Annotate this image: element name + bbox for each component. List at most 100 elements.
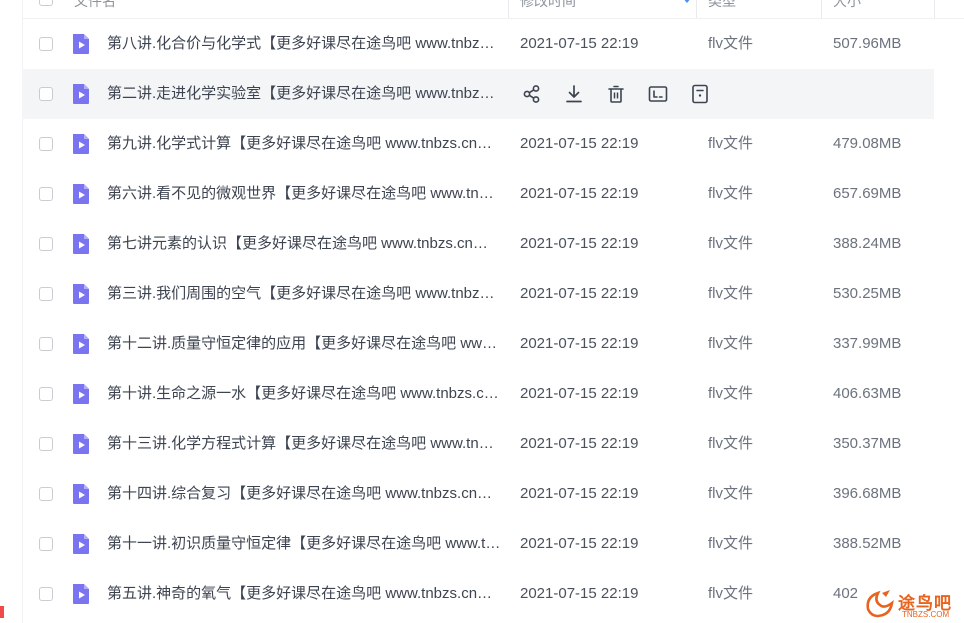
- file-type: flv文件: [708, 435, 754, 452]
- row-checkbox[interactable]: [39, 537, 53, 551]
- share-icon[interactable]: [520, 82, 544, 106]
- file-type: flv文件: [708, 235, 754, 252]
- file-name[interactable]: 第七讲元素的认识【更多好课尽在途鸟吧 www.tnbzs.cn】.flv: [107, 219, 502, 269]
- column-divider: [934, 0, 935, 18]
- video-file-icon: [71, 83, 91, 105]
- file-modified-time: 2021-07-15 22:19: [520, 485, 639, 502]
- file-row[interactable]: 第八讲.化合价与化学式【更多好课尽在途鸟吧 www.tnbzs.cn】.flv 2…: [22, 19, 934, 69]
- file-list: 文件名 修改时间 类型 大小 第八讲.化合价与化学式【更多好课尽在途鸟吧 www…: [22, 0, 964, 623]
- left-edge-marker: [0, 606, 4, 618]
- file-row[interactable]: 第二讲.走进化学实验室【更多好课尽在途鸟吧 www.tnbzs.cn】.flv: [22, 69, 934, 119]
- sort-desc-icon[interactable]: [682, 0, 692, 3]
- file-type: flv文件: [708, 535, 754, 552]
- watermark: 途鸟吧 TNBZS.COM: [862, 585, 964, 623]
- file-name[interactable]: 第十三讲.化学方程式计算【更多好课尽在途鸟吧 www.tnbzs.cn】.flv: [107, 419, 502, 469]
- row-checkbox[interactable]: [39, 437, 53, 451]
- file-type: flv文件: [708, 385, 754, 402]
- list-header: 文件名 修改时间 类型 大小: [22, 0, 964, 19]
- file-row[interactable]: 第九讲.化学式计算【更多好课尽在途鸟吧 www.tnbzs.cn】.flv 202…: [22, 119, 934, 169]
- file-type: flv文件: [708, 135, 754, 152]
- file-modified-time: 2021-07-15 22:19: [520, 235, 639, 252]
- file-name[interactable]: 第十四讲.综合复习【更多好课尽在途鸟吧 www.tnbzs.cn】.flv: [107, 469, 502, 519]
- row-checkbox[interactable]: [39, 87, 53, 101]
- video-file-icon: [71, 233, 91, 255]
- file-row[interactable]: 第三讲.我们周围的空气【更多好课尽在途鸟吧 www.tnbzs.cn】.flv 2…: [22, 269, 934, 319]
- file-row[interactable]: 第十三讲.化学方程式计算【更多好课尽在途鸟吧 www.tnbzs.cn】.flv…: [22, 419, 934, 469]
- column-divider: [821, 0, 822, 18]
- watermark-subtext: TNBZS.COM: [902, 610, 950, 619]
- file-type: flv文件: [708, 285, 754, 302]
- video-file-icon: [71, 483, 91, 505]
- column-header-name[interactable]: 文件名: [74, 0, 116, 18]
- file-size: 402: [833, 585, 859, 602]
- video-file-icon: [71, 283, 91, 305]
- file-row[interactable]: 第十二讲.质量守恒定律的应用【更多好课尽在途鸟吧 www.tnbzs.cn】.f…: [22, 319, 934, 369]
- file-modified-time: 2021-07-15 22:19: [520, 585, 639, 602]
- file-name[interactable]: 第十一讲.初识质量守恒定律【更多好课尽在途鸟吧 www.tnbzs.cn】.fl…: [107, 519, 502, 569]
- column-header-modified[interactable]: 修改时间: [520, 0, 576, 18]
- file-type: flv文件: [708, 335, 754, 352]
- file-size: 507.96MB: [833, 35, 902, 52]
- row-checkbox[interactable]: [39, 287, 53, 301]
- file-size: 657.69MB: [833, 185, 902, 202]
- download-icon[interactable]: [562, 82, 586, 106]
- row-checkbox[interactable]: [39, 337, 53, 351]
- file-modified-time: 2021-07-15 22:19: [520, 285, 639, 302]
- file-row[interactable]: 第七讲元素的认识【更多好课尽在途鸟吧 www.tnbzs.cn】.flv 2021…: [22, 219, 934, 269]
- file-name[interactable]: 第十讲.生命之源一水【更多好课尽在途鸟吧 www.tnbzs.cn】.flv: [107, 369, 502, 419]
- row-checkbox[interactable]: [39, 137, 53, 151]
- file-modified-time: 2021-07-15 22:19: [520, 185, 639, 202]
- file-size: 396.68MB: [833, 485, 902, 502]
- file-list-view: 文件名 修改时间 类型 大小 第八讲.化合价与化学式【更多好课尽在途鸟吧 www…: [0, 0, 964, 623]
- file-type: flv文件: [708, 35, 754, 52]
- file-name[interactable]: 第八讲.化合价与化学式【更多好课尽在途鸟吧 www.tnbzs.cn】.flv: [107, 19, 502, 69]
- file-size: 530.25MB: [833, 285, 902, 302]
- file-modified-time: 2021-07-15 22:19: [520, 35, 639, 52]
- row-checkbox[interactable]: [39, 487, 53, 501]
- file-name[interactable]: 第九讲.化学式计算【更多好课尽在途鸟吧 www.tnbzs.cn】.flv: [107, 119, 502, 169]
- file-row[interactable]: 第十一讲.初识质量守恒定律【更多好课尽在途鸟吧 www.tnbzs.cn】.fl…: [22, 519, 934, 569]
- left-panel-edge: [0, 0, 23, 623]
- column-divider: [508, 0, 509, 18]
- file-size: 337.99MB: [833, 335, 902, 352]
- file-name[interactable]: 第三讲.我们周围的空气【更多好课尽在途鸟吧 www.tnbzs.cn】.flv: [107, 269, 502, 319]
- tnbzs-logo-icon: [866, 590, 894, 618]
- column-divider: [696, 0, 697, 18]
- file-type: flv文件: [708, 185, 754, 202]
- file-type: flv文件: [708, 585, 754, 602]
- video-file-icon: [71, 183, 91, 205]
- video-file-icon: [71, 333, 91, 355]
- column-header-size[interactable]: 大小: [833, 0, 861, 18]
- file-modified-time: 2021-07-15 22:19: [520, 335, 639, 352]
- file-type: flv文件: [708, 485, 754, 502]
- row-checkbox[interactable]: [39, 387, 53, 401]
- video-file-icon: [71, 533, 91, 555]
- file-name[interactable]: 第二讲.走进化学实验室【更多好课尽在途鸟吧 www.tnbzs.cn】.flv: [107, 69, 502, 119]
- file-row[interactable]: 第十讲.生命之源一水【更多好课尽在途鸟吧 www.tnbzs.cn】.flv 20…: [22, 369, 934, 419]
- file-row[interactable]: 第五讲.神奇的氧气【更多好课尽在途鸟吧 www.tnbzs.cn】.flv 202…: [22, 569, 934, 619]
- rename-icon[interactable]: [646, 82, 670, 106]
- file-name[interactable]: 第六讲.看不见的微观世界【更多好课尽在途鸟吧 www.tnbzs.cn】.flv: [107, 169, 502, 219]
- row-checkbox[interactable]: [39, 237, 53, 251]
- select-all-checkbox[interactable]: [39, 0, 53, 6]
- file-row[interactable]: 第十四讲.综合复习【更多好课尽在途鸟吧 www.tnbzs.cn】.flv 202…: [22, 469, 934, 519]
- video-file-icon: [71, 383, 91, 405]
- file-modified-time: 2021-07-15 22:19: [520, 385, 639, 402]
- file-modified-time: 2021-07-15 22:19: [520, 535, 639, 552]
- file-modified-time: 2021-07-15 22:19: [520, 135, 639, 152]
- file-size: 350.37MB: [833, 435, 902, 452]
- row-checkbox[interactable]: [39, 587, 53, 601]
- video-file-icon: [71, 133, 91, 155]
- video-file-icon: [71, 583, 91, 605]
- file-name[interactable]: 第五讲.神奇的氧气【更多好课尽在途鸟吧 www.tnbzs.cn】.flv: [107, 569, 502, 619]
- row-checkbox[interactable]: [39, 37, 53, 51]
- file-row[interactable]: 第六讲.看不见的微观世界【更多好课尽在途鸟吧 www.tnbzs.cn】.flv…: [22, 169, 934, 219]
- file-name[interactable]: 第十二讲.质量守恒定律的应用【更多好课尽在途鸟吧 www.tnbzs.cn】.f…: [107, 319, 502, 369]
- file-size: 479.08MB: [833, 135, 902, 152]
- more-icon[interactable]: [688, 82, 712, 106]
- file-size: 406.63MB: [833, 385, 902, 402]
- row-checkbox[interactable]: [39, 187, 53, 201]
- file-size: 388.52MB: [833, 535, 902, 552]
- column-header-type[interactable]: 类型: [708, 0, 736, 18]
- delete-icon[interactable]: [604, 82, 628, 106]
